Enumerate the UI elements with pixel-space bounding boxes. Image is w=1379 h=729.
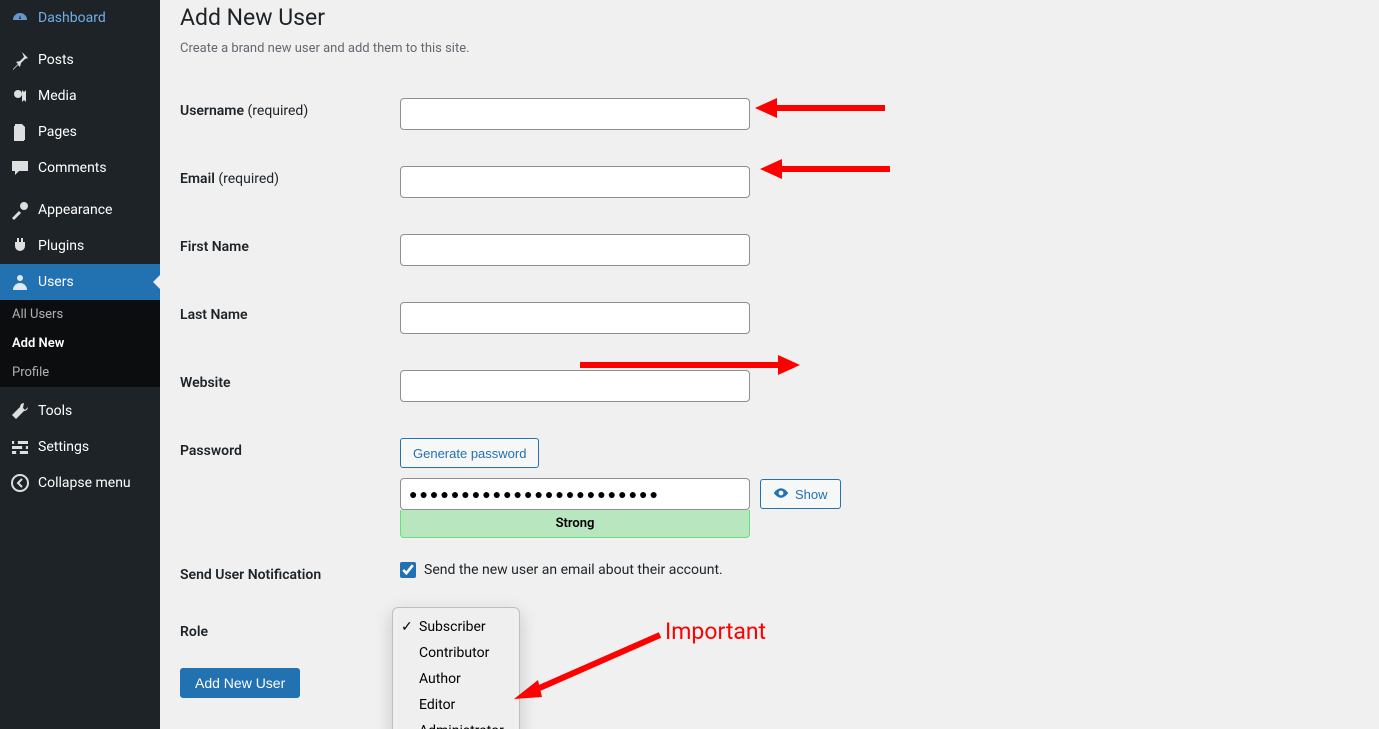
user-icon bbox=[10, 272, 30, 292]
firstname-input[interactable] bbox=[400, 234, 750, 266]
notify-text: Send the new user an email about their a… bbox=[424, 562, 723, 578]
role-option-subscriber[interactable]: Subscriber bbox=[393, 614, 519, 640]
lastname-input[interactable] bbox=[400, 302, 750, 334]
sidebar-item-settings[interactable]: Settings bbox=[0, 429, 160, 465]
submenu-profile[interactable]: Profile bbox=[0, 358, 160, 387]
admin-sidebar: Dashboard Posts Media Pages Comments App… bbox=[0, 0, 160, 729]
sidebar-item-dashboard[interactable]: Dashboard bbox=[0, 0, 160, 36]
sidebar-item-appearance[interactable]: Appearance bbox=[0, 192, 160, 228]
notify-label: Send User Notification bbox=[180, 567, 321, 583]
page-description: Create a brand new user and add them to … bbox=[180, 41, 1359, 56]
firstname-label: First Name bbox=[180, 239, 249, 255]
submenu-all-users[interactable]: All Users bbox=[0, 300, 160, 329]
sidebar-label: Settings bbox=[38, 439, 89, 455]
sidebar-label: Users bbox=[38, 274, 74, 290]
sidebar-item-media[interactable]: Media bbox=[0, 78, 160, 114]
email-label: Email bbox=[180, 171, 215, 187]
website-input[interactable] bbox=[400, 370, 750, 402]
main-content: Add New User Create a brand new user and… bbox=[160, 0, 1379, 729]
pin-icon bbox=[10, 50, 30, 70]
website-label: Website bbox=[180, 375, 231, 391]
submenu-add-new[interactable]: Add New bbox=[0, 329, 160, 358]
show-password-button[interactable]: Show bbox=[760, 479, 841, 509]
username-input[interactable] bbox=[400, 98, 750, 130]
sidebar-collapse[interactable]: Collapse menu bbox=[0, 465, 160, 501]
sidebar-label: Tools bbox=[38, 403, 72, 419]
dashboard-icon bbox=[10, 8, 30, 28]
email-input[interactable] bbox=[400, 166, 750, 198]
sidebar-item-plugins[interactable]: Plugins bbox=[0, 228, 160, 264]
comment-icon bbox=[10, 158, 30, 178]
role-option-author[interactable]: Author bbox=[393, 666, 519, 692]
settings-icon bbox=[10, 437, 30, 457]
sidebar-label: Pages bbox=[38, 124, 77, 140]
plugin-icon bbox=[10, 236, 30, 256]
role-option-administrator[interactable]: Administrator bbox=[393, 718, 519, 729]
password-strength: Strong bbox=[400, 510, 750, 538]
tool-icon bbox=[10, 401, 30, 421]
sidebar-label: Posts bbox=[38, 52, 74, 68]
annotation-text: Important bbox=[665, 618, 766, 645]
sidebar-item-pages[interactable]: Pages bbox=[0, 114, 160, 150]
collapse-icon bbox=[10, 473, 30, 493]
sidebar-item-posts[interactable]: Posts bbox=[0, 42, 160, 78]
lastname-label: Last Name bbox=[180, 307, 248, 323]
sidebar-label: Media bbox=[38, 88, 77, 104]
sidebar-submenu-users: All Users Add New Profile bbox=[0, 300, 160, 387]
appearance-icon bbox=[10, 200, 30, 220]
sidebar-label: Collapse menu bbox=[38, 475, 131, 491]
generate-password-button[interactable]: Generate password bbox=[400, 438, 539, 468]
username-required: (required) bbox=[247, 103, 308, 119]
password-input[interactable] bbox=[400, 478, 750, 510]
role-label: Role bbox=[180, 624, 208, 640]
role-options-list: Subscriber Contributor Author Editor Adm… bbox=[392, 607, 520, 729]
page-icon bbox=[10, 122, 30, 142]
sidebar-label: Dashboard bbox=[38, 10, 106, 26]
sidebar-label: Appearance bbox=[38, 202, 112, 218]
role-option-contributor[interactable]: Contributor bbox=[393, 640, 519, 666]
email-required: (required) bbox=[218, 171, 279, 187]
sidebar-label: Comments bbox=[38, 160, 107, 176]
show-label: Show bbox=[795, 487, 828, 502]
eye-icon bbox=[773, 485, 789, 504]
sidebar-item-comments[interactable]: Comments bbox=[0, 150, 160, 186]
sidebar-item-tools[interactable]: Tools bbox=[0, 393, 160, 429]
username-label: Username bbox=[180, 103, 244, 119]
media-icon bbox=[10, 86, 30, 106]
sidebar-label: Plugins bbox=[38, 238, 84, 254]
notify-checkbox[interactable] bbox=[400, 562, 416, 578]
sidebar-item-users[interactable]: Users bbox=[0, 264, 160, 300]
password-label: Password bbox=[180, 443, 242, 459]
add-new-user-button[interactable]: Add New User bbox=[180, 668, 300, 698]
page-title: Add New User bbox=[180, 4, 1359, 31]
role-option-editor[interactable]: Editor bbox=[393, 692, 519, 718]
